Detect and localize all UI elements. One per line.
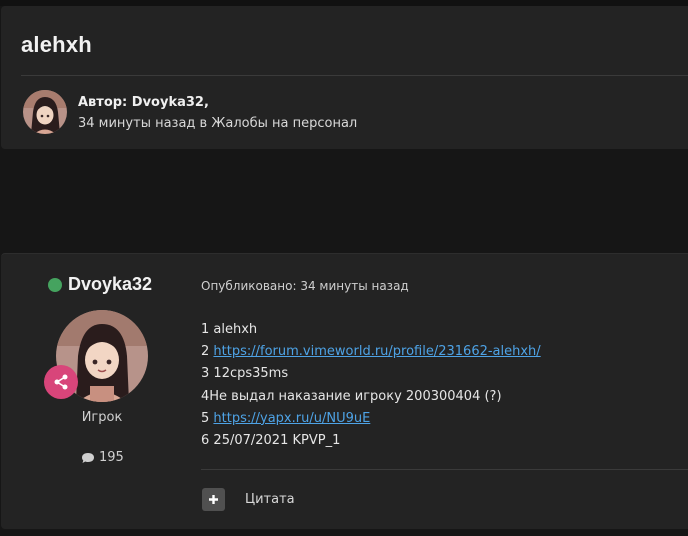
user-role: Игрок (81, 410, 123, 425)
published-time: Опубликовано: 34 минуты назад (201, 279, 409, 293)
post-line: 3 12cps35ms (201, 366, 289, 382)
profile-link[interactable]: https://forum.vimeworld.ru/profile/23166… (213, 344, 540, 359)
quote-button[interactable]: Цитата (245, 492, 295, 507)
post-body: 1 alehxh 2 https://forum.vimeworld.ru/pr… (201, 319, 541, 452)
speech-bubble-icon (82, 452, 94, 463)
post-time-section: 34 минуты назад в Жалобы на персонал (78, 116, 358, 131)
post-line: 5 https://yapx.ru/u/NU9uE (201, 410, 371, 426)
author-label[interactable]: Автор: Dvoyka32, (78, 95, 209, 110)
share-nodes-icon (54, 374, 68, 390)
divider (21, 75, 688, 76)
role-badge (44, 365, 78, 399)
post-username[interactable]: Dvoyka32 (68, 274, 152, 295)
plus-icon (209, 495, 218, 504)
post: Dvoyka32 Игрок 195 Опубликовано: 34 мину… (1, 253, 688, 529)
post-line: 2 https://forum.vimeworld.ru/profile/231… (201, 344, 541, 360)
post-author-panel: Dvoyka32 Игрок 195 (1, 254, 181, 529)
multiquote-button[interactable] (202, 488, 225, 511)
evidence-link[interactable]: https://yapx.ru/u/NU9uE (213, 411, 370, 426)
online-status-dot (48, 278, 62, 292)
post-line: 6 25/07/2021 KPVP_1 (201, 433, 341, 449)
divider (201, 469, 688, 470)
post-line: 4Не выдал наказание игроку 200300404 (?) (201, 388, 502, 404)
topic-title: alehxh (21, 32, 92, 57)
author-avatar[interactable] (23, 90, 67, 134)
reputation[interactable]: 195 (81, 450, 124, 465)
post-line: 1 alehxh (201, 322, 258, 337)
topic-header: alehxh Автор: Dvoyka32, 34 минуты назад … (1, 6, 688, 149)
reputation-count: 195 (99, 450, 124, 465)
